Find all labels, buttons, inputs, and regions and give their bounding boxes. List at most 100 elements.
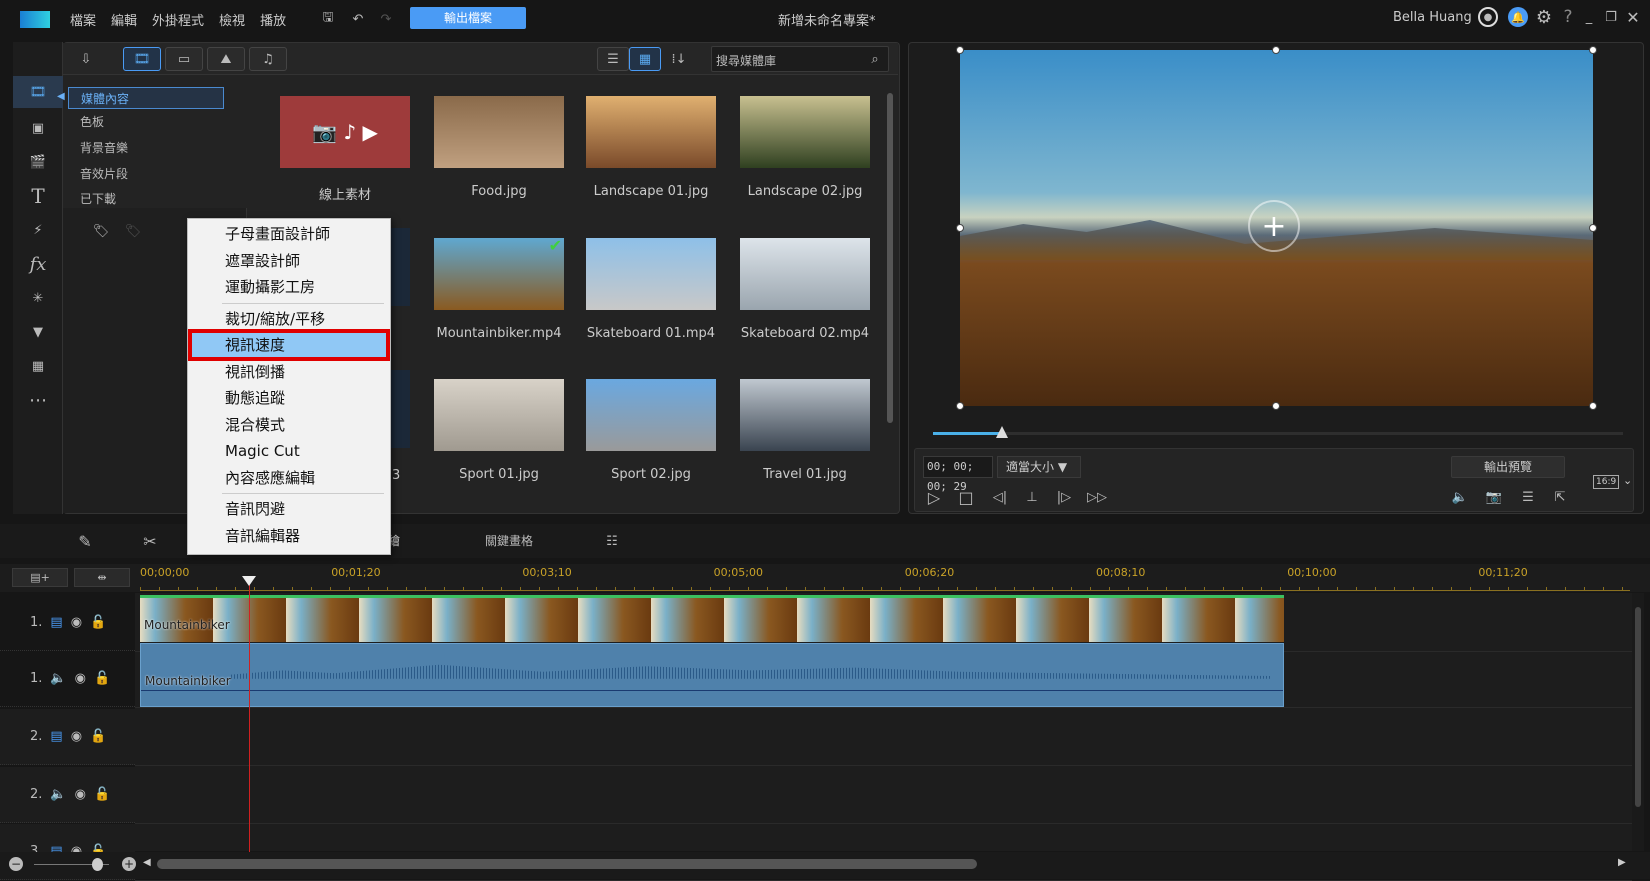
effects-fx-icon[interactable]: fx [13, 248, 63, 280]
save-icon[interactable]: 🖫 [318, 9, 338, 29]
account-icon[interactable]: ● [1478, 7, 1498, 27]
category-media-content[interactable]: 媒體內容 [68, 87, 224, 109]
category-downloaded[interactable]: 已下載 [68, 188, 224, 210]
resize-handle[interactable] [1589, 402, 1597, 410]
render-preview-button[interactable]: 輸出預覽 [1451, 456, 1565, 478]
fit-timeline-button[interactable]: ⇹ [74, 568, 130, 587]
scrubber-handle[interactable] [996, 426, 1008, 438]
timeline-hscroll-thumb[interactable] [157, 859, 977, 869]
subtitle-toggle-icon[interactable]: ☰ [1517, 486, 1539, 508]
play-icon[interactable]: ▷ [923, 486, 945, 508]
keyframe-button[interactable]: 關鍵畫格 [485, 532, 533, 549]
lock-icon[interactable]: 🔓 [94, 787, 110, 802]
snapshot-camera-icon[interactable]: 📷 [1483, 486, 1505, 508]
visibility-eye-icon[interactable]: ◉ [75, 787, 86, 802]
import-media-icon[interactable]: ⇩ [73, 48, 99, 70]
timeline-vscroll-thumb[interactable] [1635, 607, 1641, 807]
search-icon[interactable]: ⌕ [866, 50, 884, 68]
redo-icon[interactable]: ↷ [376, 9, 396, 29]
context-menu-item[interactable]: 運動攝影工房 [188, 274, 390, 300]
context-menu-item[interactable]: 裁切/縮放/平移 [188, 306, 390, 332]
category-background-music[interactable]: 背景音樂 [68, 137, 224, 159]
list-view-button[interactable]: ☰ [597, 47, 629, 71]
template-room-icon[interactable]: ▣ [13, 112, 63, 144]
close-icon[interactable]: ✕ [1624, 6, 1642, 28]
previous-frame-icon[interactable]: ◁| [989, 486, 1011, 508]
library-scrollbar[interactable] [886, 79, 894, 511]
media-thumbnail[interactable] [434, 96, 564, 168]
track-header[interactable]: 1. ▤ ◉ 🔓 [0, 595, 135, 651]
transition-icon[interactable]: ⚡ [13, 214, 63, 246]
context-menu-item[interactable]: 混合模式 [188, 412, 390, 438]
context-menu-item[interactable]: Magic Cut [188, 438, 390, 464]
media-thumbnail[interactable] [586, 96, 716, 168]
minimize-icon[interactable]: _ [1580, 6, 1598, 28]
visibility-eye-icon[interactable]: ◉ [75, 671, 86, 686]
remove-tag-icon[interactable]: 🏷 [121, 219, 145, 243]
timeline-vscroll[interactable] [1632, 593, 1644, 851]
context-menu-item[interactable]: 遮罩設計師 [188, 248, 390, 274]
move-crosshair-icon[interactable]: + [1248, 200, 1300, 252]
context-menu-item[interactable]: 內容感應編輯 [188, 465, 390, 491]
undo-icon[interactable]: ↶ [348, 9, 368, 29]
split-marker-icon[interactable]: ⊥ [1021, 486, 1043, 508]
aspect-ratio-selector[interactable]: 16:9 [1593, 475, 1620, 489]
zoom-slider-handle[interactable] [92, 858, 103, 871]
filter-image-button[interactable]: ⛰ [207, 47, 245, 71]
media-thumbnail[interactable] [586, 379, 716, 451]
track-header[interactable]: 2. ▤ ◉ 🔓 [0, 709, 135, 765]
fast-forward-icon[interactable]: ▷▷ [1085, 486, 1109, 508]
lock-icon[interactable]: 🔓 [90, 729, 106, 744]
context-menu-item[interactable]: 視訊倒播 [188, 359, 390, 385]
lock-icon[interactable]: 🔓 [94, 671, 110, 686]
timecode-display[interactable]: 00; 00; 00; 29 [923, 456, 993, 493]
context-menu-item-video-speed[interactable]: 視訊速度 [188, 329, 390, 361]
menu-file[interactable]: 檔案 [70, 10, 96, 29]
lock-icon[interactable]: 🔓 [90, 615, 106, 630]
resize-handle[interactable] [956, 46, 964, 54]
playhead-handle[interactable] [242, 576, 256, 586]
more-icon[interactable]: ⋯ [13, 384, 63, 416]
context-menu-item[interactable]: 音訊編輯器 [188, 523, 390, 549]
notification-bell-icon[interactable]: 🔔 [1508, 7, 1528, 27]
resize-handle[interactable] [1589, 46, 1597, 54]
fit-size-dropdown[interactable]: 適當大小 ▼ [997, 456, 1081, 478]
media-thumbnail[interactable]: 📷 ♪ ▶ [280, 96, 410, 168]
help-icon[interactable]: ? [1560, 6, 1576, 28]
volume-line[interactable] [141, 690, 1283, 691]
media-thumbnail[interactable] [740, 96, 870, 168]
volume-icon[interactable]: 🔈 [1449, 486, 1471, 508]
media-thumbnail[interactable] [740, 379, 870, 451]
zoom-out-icon[interactable]: − [9, 857, 23, 871]
title-room-icon[interactable]: T [13, 180, 63, 212]
library-scroll-thumb[interactable] [887, 93, 893, 423]
add-track-button[interactable]: ▤+ [12, 568, 68, 587]
undock-preview-icon[interactable]: ⇱ [1549, 486, 1571, 508]
export-button[interactable]: 輸出檔案 [410, 7, 526, 29]
preview-scrubber[interactable] [933, 426, 1623, 438]
sort-icon[interactable]: ⁞↓ [668, 48, 690, 70]
next-frame-icon[interactable]: |▷ [1053, 486, 1075, 508]
filter-video-button[interactable]: ▭ [165, 47, 203, 71]
menu-playback[interactable]: 播放 [260, 10, 286, 29]
stop-icon[interactable]: □ [955, 486, 977, 508]
filter-all-media-button[interactable]: 🎞 [123, 47, 161, 71]
resize-handle[interactable] [1272, 402, 1280, 410]
settings-gear-icon[interactable]: ⚙ [1533, 6, 1555, 28]
resize-handle[interactable] [956, 402, 964, 410]
pen-tool-icon[interactable]: ✎ [72, 529, 98, 553]
grid-view-button[interactable]: ▦ [629, 47, 661, 71]
resize-handle[interactable] [956, 224, 964, 232]
aspect-chevron-icon[interactable]: ⌄ [1623, 474, 1632, 487]
category-sound-clips[interactable]: 音效片段 [68, 163, 224, 185]
context-menu-item[interactable]: 動態追蹤 [188, 385, 390, 411]
context-menu-item[interactable]: 子母畫面設計師 [188, 221, 390, 247]
resize-handle[interactable] [1272, 46, 1280, 54]
transition-room-icon[interactable]: 🎬 [13, 146, 63, 178]
menu-view[interactable]: 檢視 [219, 10, 245, 29]
media-thumbnail[interactable]: ✔ [434, 236, 564, 310]
particle-icon[interactable]: ✳ [13, 282, 63, 314]
media-thumbnail[interactable] [434, 379, 564, 451]
resize-handle[interactable] [1589, 224, 1597, 232]
ruler-ticks[interactable] [140, 587, 1630, 591]
